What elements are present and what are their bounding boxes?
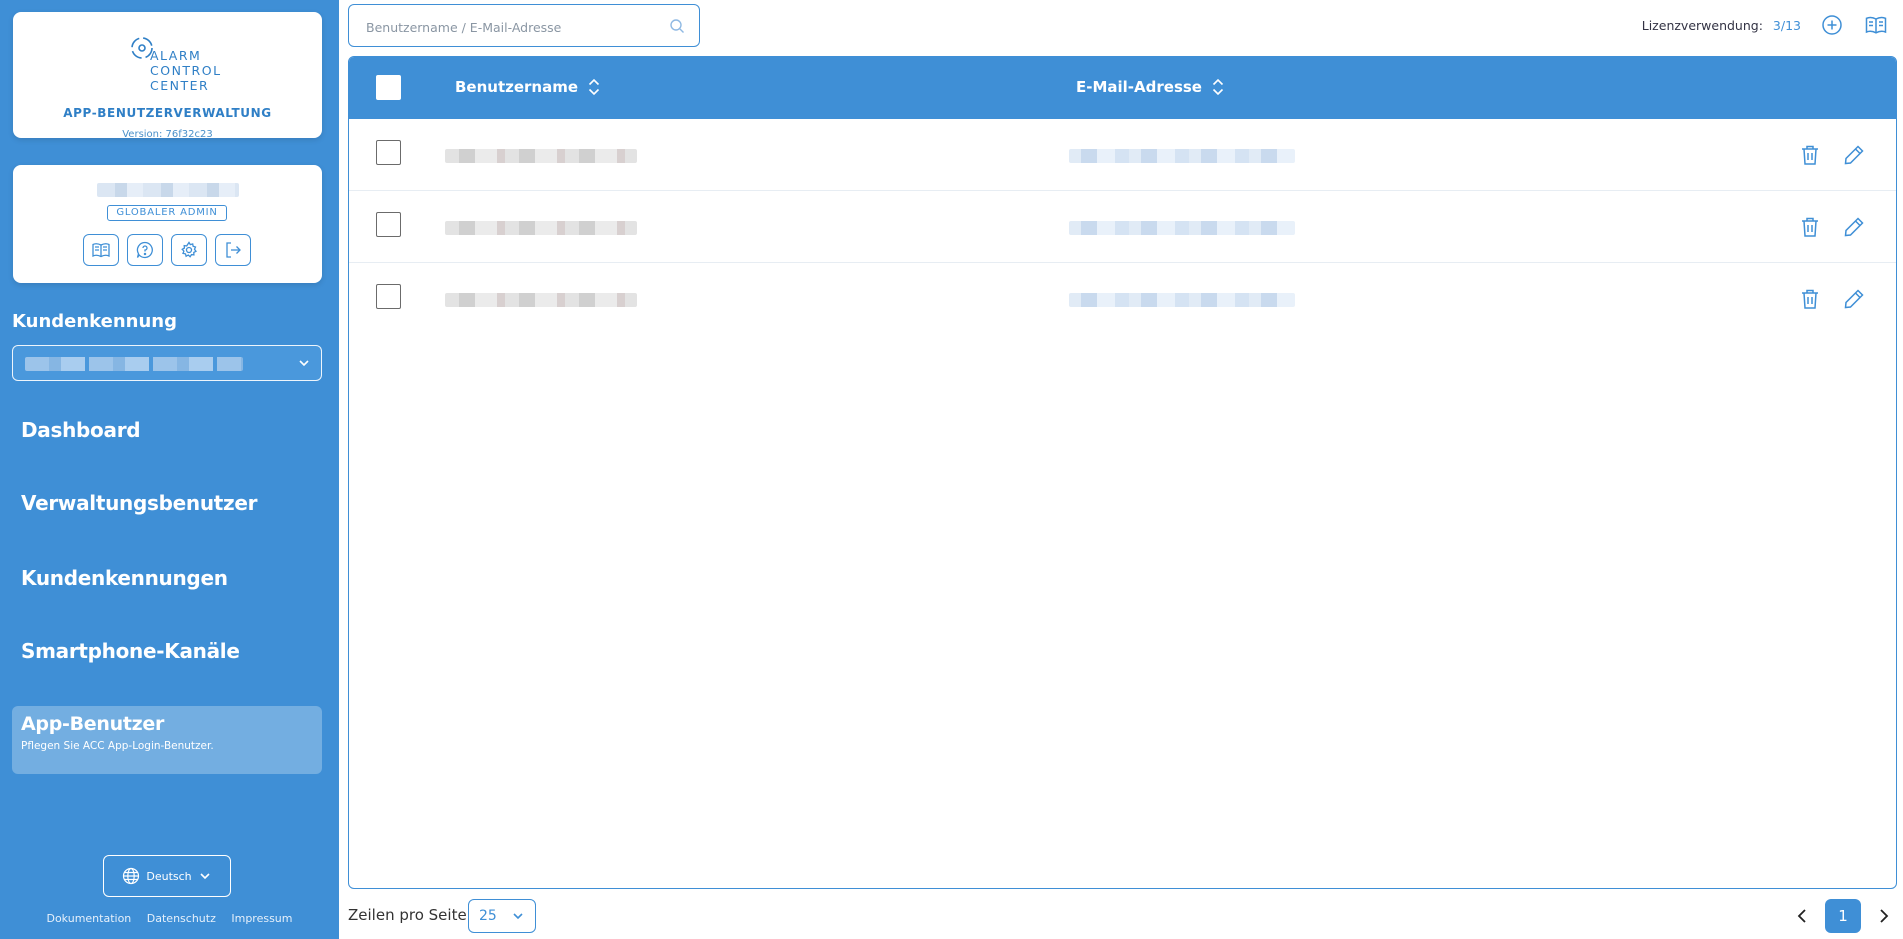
footer-link-privacy[interactable]: Datenschutz bbox=[147, 912, 216, 925]
add-user-button[interactable] bbox=[1819, 12, 1845, 38]
role-badge: GLOBALER ADMIN bbox=[107, 205, 227, 221]
help-button[interactable] bbox=[127, 234, 163, 266]
edit-button[interactable] bbox=[1841, 214, 1867, 240]
table-header: Benutzername E-Mail-Adresse bbox=[349, 57, 1896, 119]
book-icon bbox=[92, 243, 110, 258]
language-label: Deutsch bbox=[146, 869, 192, 883]
logout-icon bbox=[226, 242, 241, 258]
app-title: APP-BENUTZERVERWALTUNG bbox=[63, 106, 272, 120]
previous-page-button[interactable] bbox=[1791, 903, 1813, 929]
username-redacted bbox=[445, 293, 637, 307]
next-page-button[interactable] bbox=[1873, 903, 1895, 929]
table-row[interactable] bbox=[349, 263, 1896, 335]
nav-item-app-users-title: App-Benutzer bbox=[21, 713, 165, 735]
search-input[interactable] bbox=[366, 17, 666, 37]
edit-button[interactable] bbox=[1841, 286, 1867, 312]
chevron-down-icon bbox=[513, 913, 523, 920]
nav-item-app-users-subtitle: Pflegen Sie ACC App-Login-Benutzer. bbox=[21, 740, 214, 752]
nav-item-customer-ids[interactable]: Kundenkennungen bbox=[21, 566, 228, 590]
pencil-icon bbox=[1844, 289, 1864, 309]
user-card: GLOBALER ADMIN bbox=[13, 165, 322, 283]
logout-button[interactable] bbox=[215, 234, 251, 266]
email-redacted bbox=[1069, 221, 1295, 235]
nav-item-smartphone-channels[interactable]: Smartphone-Kanäle bbox=[21, 639, 240, 663]
edit-button[interactable] bbox=[1841, 142, 1867, 168]
row-checkbox[interactable] bbox=[376, 284, 401, 309]
nav-item-app-users[interactable]: App-Benutzer Pflegen Sie ACC App-Login-B… bbox=[12, 706, 322, 774]
nav-item-admin-users[interactable]: Verwaltungsbenutzer bbox=[21, 491, 257, 515]
help-documentation-button[interactable] bbox=[1863, 12, 1889, 38]
chevron-left-icon bbox=[1797, 909, 1806, 923]
delete-button[interactable] bbox=[1797, 286, 1823, 312]
nav-item-dashboard[interactable]: Dashboard bbox=[21, 418, 141, 442]
globe-icon bbox=[123, 867, 140, 885]
username-redacted bbox=[445, 149, 637, 163]
email-redacted bbox=[1069, 149, 1295, 163]
plus-circle-icon bbox=[1822, 15, 1842, 35]
language-select[interactable]: Deutsch bbox=[103, 855, 231, 897]
column-header-email[interactable]: E-Mail-Adresse bbox=[1076, 78, 1224, 96]
version-label: Version: 76f32c23 bbox=[122, 129, 213, 140]
sort-icon[interactable] bbox=[1212, 78, 1224, 96]
search-box bbox=[348, 4, 700, 47]
chevron-right-icon bbox=[1880, 909, 1889, 923]
search-icon[interactable] bbox=[669, 18, 685, 34]
column-header-username[interactable]: Benutzername bbox=[455, 78, 600, 96]
rows-per-page-select[interactable]: 25 bbox=[468, 899, 536, 933]
sort-icon[interactable] bbox=[588, 78, 600, 96]
delete-button[interactable] bbox=[1797, 142, 1823, 168]
footer-link-imprint[interactable]: Impressum bbox=[231, 912, 292, 925]
user-name-redacted bbox=[97, 183, 239, 197]
settings-button[interactable] bbox=[171, 234, 207, 266]
trash-icon bbox=[1802, 145, 1818, 165]
app-users-table: Benutzername E-Mail-Adresse bbox=[348, 56, 1897, 889]
username-redacted bbox=[445, 221, 637, 235]
chevron-down-icon bbox=[200, 873, 210, 880]
trash-icon bbox=[1802, 289, 1818, 309]
help-icon bbox=[136, 241, 153, 259]
email-redacted bbox=[1069, 293, 1295, 307]
page-button-current[interactable]: 1 bbox=[1825, 899, 1861, 933]
customer-id-redacted bbox=[25, 357, 243, 371]
row-checkbox[interactable] bbox=[376, 140, 401, 165]
logo-text: ALARM CONTROL CENTER bbox=[150, 48, 222, 93]
row-checkbox[interactable] bbox=[376, 212, 401, 237]
rows-per-page-value: 25 bbox=[479, 908, 497, 924]
sidebar: ALARM CONTROL CENTER APP-BENUTZERVERWALT… bbox=[0, 0, 339, 939]
pencil-icon bbox=[1844, 145, 1864, 165]
gear-icon bbox=[181, 241, 197, 258]
customer-id-label: Kundenkennung bbox=[12, 311, 178, 332]
license-usage-label: Lizenzverwendung: bbox=[1641, 17, 1763, 33]
pencil-icon bbox=[1844, 217, 1864, 237]
delete-button[interactable] bbox=[1797, 214, 1823, 240]
license-toolbar: Lizenzverwendung: 3/13 bbox=[1642, 12, 1889, 38]
trash-icon bbox=[1802, 217, 1818, 237]
brand-card: ALARM CONTROL CENTER APP-BENUTZERVERWALT… bbox=[13, 12, 322, 140]
footer-links: Dokumentation Datenschutz Impressum bbox=[0, 912, 339, 925]
rows-per-page-label: Zeilen pro Seite bbox=[348, 906, 467, 924]
chevron-down-icon bbox=[299, 360, 309, 367]
license-usage-value: 3/13 bbox=[1772, 17, 1801, 33]
customer-id-select[interactable] bbox=[12, 345, 322, 381]
pagination: 1 bbox=[1791, 899, 1895, 933]
footer-link-documentation[interactable]: Dokumentation bbox=[46, 912, 131, 925]
table-row[interactable] bbox=[349, 119, 1896, 191]
select-all-checkbox[interactable] bbox=[376, 75, 401, 100]
table-row[interactable] bbox=[349, 191, 1896, 263]
documentation-button[interactable] bbox=[83, 234, 119, 266]
book-icon bbox=[1865, 16, 1887, 34]
